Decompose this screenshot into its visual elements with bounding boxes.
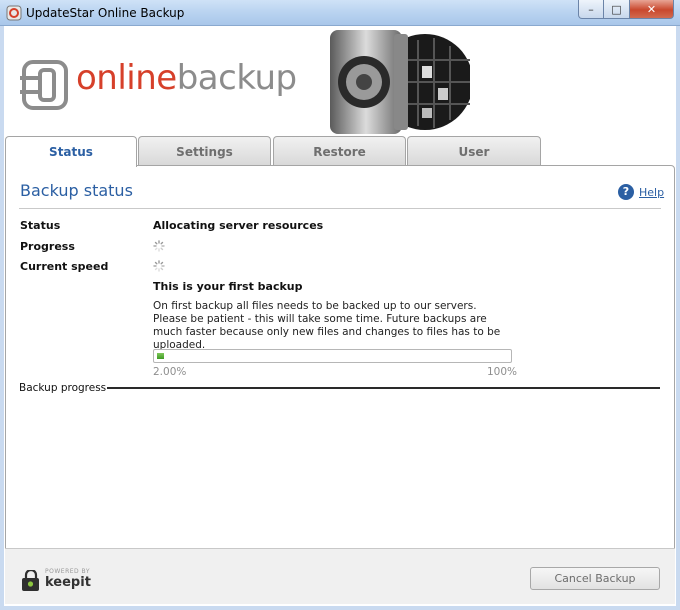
backup-progress-bar [153, 349, 512, 363]
spinner-icon [153, 240, 165, 252]
logo-online-text: online [76, 58, 177, 98]
online-backup-logo: onlinebackup [20, 52, 297, 114]
tab-user[interactable]: User [407, 136, 541, 166]
app-icon [6, 5, 22, 21]
vault-door-icon [330, 30, 470, 134]
divider [19, 208, 661, 209]
first-backup-description: On first backup all files needs to be ba… [153, 300, 501, 351]
spinner-icon [153, 260, 165, 272]
title-bar: UpdateStar Online Backup – □ ✕ [0, 0, 680, 26]
current-speed-label: Current speed [20, 260, 109, 273]
maximize-button[interactable]: □ [604, 0, 630, 19]
status-value: Allocating server resources [153, 219, 324, 232]
progress-min-label: 2.00% [153, 366, 187, 378]
close-button[interactable]: ✕ [630, 0, 674, 19]
close-icon: ✕ [646, 2, 657, 16]
help-link-group[interactable]: ? Help [618, 184, 664, 200]
first-backup-heading: This is your first backup [153, 280, 303, 293]
minimize-icon: – [588, 2, 594, 16]
logo-backup-text: backup [176, 58, 297, 98]
tab-restore[interactable]: Restore [273, 136, 406, 166]
section-title: Backup status [20, 181, 133, 200]
cancel-backup-button[interactable]: Cancel Backup [530, 567, 660, 590]
status-label: Status [20, 219, 61, 232]
plug-logo-icon [20, 60, 68, 110]
help-link[interactable]: Help [639, 186, 664, 199]
backup-progress-label: Backup progress [19, 382, 107, 394]
progress-max-label: 100% [487, 366, 518, 378]
backup-progress-divider [107, 387, 660, 389]
powered-by-text: POWERED BY [45, 568, 91, 575]
window-title: UpdateStar Online Backup [26, 6, 185, 20]
maximize-icon: □ [611, 2, 622, 16]
tab-settings[interactable]: Settings [138, 136, 271, 166]
logo-wordmark: onlinebackup [76, 58, 297, 98]
window-controls: – □ ✕ [578, 0, 674, 19]
minimize-button[interactable]: – [578, 0, 604, 19]
help-icon[interactable]: ? [618, 184, 634, 200]
progress-label: Progress [20, 240, 75, 253]
tab-status[interactable]: Status [5, 136, 137, 167]
keepit-wordmark: keepit [45, 575, 91, 590]
keepit-logo-icon [22, 570, 39, 591]
progress-fill [157, 353, 164, 359]
